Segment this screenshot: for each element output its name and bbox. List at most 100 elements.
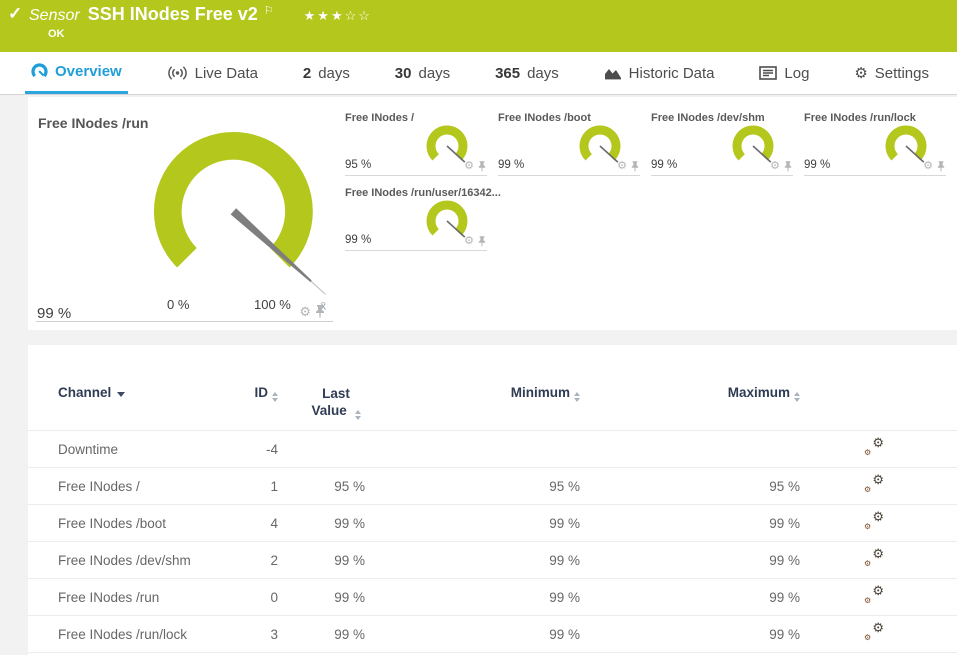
sensor-kind-label: Sensor <box>29 7 80 24</box>
channel-id: -4 <box>265 441 278 457</box>
live-signal-icon <box>167 66 187 80</box>
sort-both-icon <box>574 392 580 402</box>
pin-icon[interactable] <box>478 161 486 172</box>
gauge-settings-gear-icon[interactable]: ⚙ <box>464 236 474 247</box>
status-badge-ok: OK <box>48 28 65 40</box>
gauge-card-boot: Free INodes /boot 99 % ⚙ <box>498 110 640 176</box>
tab-bar: Overview Live Data 2 days 30 days 365 da… <box>0 52 957 95</box>
sensor-header: ✓ Sensor SSH INodes Free v2 ⚐ ★★★☆☆ OK <box>0 0 957 52</box>
settings-gear-icon: ⚙ <box>854 64 868 82</box>
pin-icon[interactable] <box>784 161 792 172</box>
gauge-settings-gear-icon[interactable]: ⚙ <box>770 161 780 172</box>
column-header-minimum[interactable]: Minimum <box>365 345 580 431</box>
status-check-icon: ✓ <box>8 4 23 23</box>
gauge-value: 99 % <box>804 159 831 171</box>
channel-id: 1 <box>270 478 278 494</box>
gauge-value: 99 % <box>345 234 372 246</box>
table-row: Free INodes / 1 95 % 95 % 95 % ⚙ ⚙ <box>28 468 957 505</box>
last-value <box>278 431 365 468</box>
channel-name[interactable]: Free INodes / <box>28 468 243 505</box>
tab-log[interactable]: Log <box>753 52 815 94</box>
channel-name[interactable]: Free INodes /run/lock <box>28 616 243 653</box>
channel-settings-gears-icon[interactable]: ⚙ ⚙ <box>864 547 884 568</box>
minimum-value: 99 % <box>549 589 580 605</box>
gauge-scale-max: 100 % <box>254 297 291 312</box>
priority-stars[interactable]: ★★★☆☆ <box>304 8 372 24</box>
maximum-value <box>580 431 800 468</box>
channel-table: Channel ID Last Value Minimum Maximum Do… <box>28 345 957 655</box>
table-row: Free INodes /dev/shm 2 99 % 99 % 99 % ⚙ ⚙ <box>28 542 957 579</box>
small-gauge-cards: Free INodes / 95 % ⚙ Free INodes /boot 9… <box>345 110 949 251</box>
table-header-row: Channel ID Last Value Minimum Maximum <box>28 345 957 431</box>
gauge-value: 99 % <box>37 305 72 322</box>
gauge-card-dev-shm: Free INodes /dev/shm 99 % ⚙ <box>651 110 793 176</box>
gauge-card-root: Free INodes / 95 % ⚙ <box>345 110 487 176</box>
table-row: Free INodes /run/lock 3 99 % 99 % 99 % ⚙… <box>28 616 957 653</box>
gauge-scale-min: 0 % <box>167 297 190 312</box>
maximum-value: 95 % <box>769 478 800 494</box>
pin-icon[interactable] <box>631 161 639 172</box>
minimum-value: 99 % <box>549 626 580 642</box>
favorite-flag-icon[interactable]: ⚐ <box>264 4 274 17</box>
column-header-channel[interactable]: Channel <box>28 345 243 431</box>
tab-live-data[interactable]: Live Data <box>161 52 264 94</box>
gauge-value: 99 % <box>498 159 525 171</box>
channel-id: 0 <box>270 589 278 605</box>
channel-settings-gears-icon[interactable]: ⚙ ⚙ <box>864 436 884 457</box>
minimum-value: 95 % <box>549 478 580 494</box>
channel-settings-gears-icon[interactable]: ⚙ ⚙ <box>864 510 884 531</box>
maximum-value: 99 % <box>769 552 800 568</box>
channel-settings-gears-icon[interactable]: ⚙ ⚙ <box>864 621 884 642</box>
gauge-card-primary: Free INodes /run x̄ 0 % 100 % 99 % ⚙ <box>30 107 335 322</box>
tab-2-days[interactable]: 2 days <box>297 52 356 94</box>
channel-name[interactable]: Downtime <box>28 431 243 468</box>
sensor-title: SSH INodes Free v2 <box>87 4 258 24</box>
tab-historic-data[interactable]: Historic Data <box>598 52 721 94</box>
gauge-icon <box>31 63 48 78</box>
gauge-dial: x̄ <box>153 131 327 313</box>
last-value: 95 % <box>334 478 365 494</box>
channel-name[interactable]: Free INodes /run <box>28 579 243 616</box>
gauge-settings-gear-icon[interactable]: ⚙ <box>299 305 311 318</box>
log-list-icon <box>759 66 778 80</box>
pin-icon[interactable] <box>478 236 486 247</box>
last-value: 99 % <box>334 589 365 605</box>
column-header-id[interactable]: ID <box>243 345 278 431</box>
column-header-last-value[interactable]: Last Value <box>278 345 365 431</box>
tab-settings[interactable]: ⚙ Settings <box>848 52 935 94</box>
column-header-actions <box>800 345 957 431</box>
channel-name[interactable]: Free INodes /dev/shm <box>28 542 243 579</box>
gauge-settings-gear-icon[interactable]: ⚙ <box>923 161 933 172</box>
column-header-maximum[interactable]: Maximum <box>580 345 800 431</box>
tab-overview[interactable]: Overview <box>25 52 128 94</box>
channel-id: 2 <box>270 552 278 568</box>
table-row: Free INodes /run 0 99 % 99 % 99 % ⚙ ⚙ <box>28 579 957 616</box>
last-value: 99 % <box>334 515 365 531</box>
last-value: 99 % <box>334 626 365 642</box>
last-value: 99 % <box>334 552 365 568</box>
maximum-value: 99 % <box>769 589 800 605</box>
gauge-settings-gear-icon[interactable]: ⚙ <box>464 161 474 172</box>
sort-both-icon <box>354 410 361 420</box>
gauge-card-run-user: Free INodes /run/user/16342... 99 % ⚙ <box>345 185 501 251</box>
channel-settings-gears-icon[interactable]: ⚙ ⚙ <box>864 584 884 605</box>
gauge-title: Free INodes / <box>345 112 415 124</box>
gauge-value: 95 % <box>345 159 372 171</box>
pin-icon[interactable] <box>937 161 945 172</box>
gauge-title: Free INodes /run <box>38 115 149 131</box>
tab-30-days[interactable]: 30 days <box>389 52 456 94</box>
pin-icon[interactable] <box>315 305 325 318</box>
table-row: Downtime -4 ⚙ ⚙ <box>28 431 957 468</box>
channel-name[interactable]: Free INodes /boot <box>28 505 243 542</box>
gauge-card-run-lock: Free INodes /run/lock 99 % ⚙ <box>804 110 946 176</box>
table-row: Free INodes /boot 4 99 % 99 % 99 % ⚙ ⚙ <box>28 505 957 542</box>
gauge-settings-gear-icon[interactable]: ⚙ <box>617 161 627 172</box>
channel-settings-gears-icon[interactable]: ⚙ ⚙ <box>864 473 884 494</box>
tab-365-days[interactable]: 365 days <box>489 52 565 94</box>
minimum-value: 99 % <box>549 552 580 568</box>
maximum-value: 99 % <box>769 515 800 531</box>
channel-id: 3 <box>270 626 278 642</box>
gauge-value: 99 % <box>651 159 678 171</box>
sort-desc-icon <box>117 392 126 397</box>
minimum-value: 99 % <box>549 515 580 531</box>
